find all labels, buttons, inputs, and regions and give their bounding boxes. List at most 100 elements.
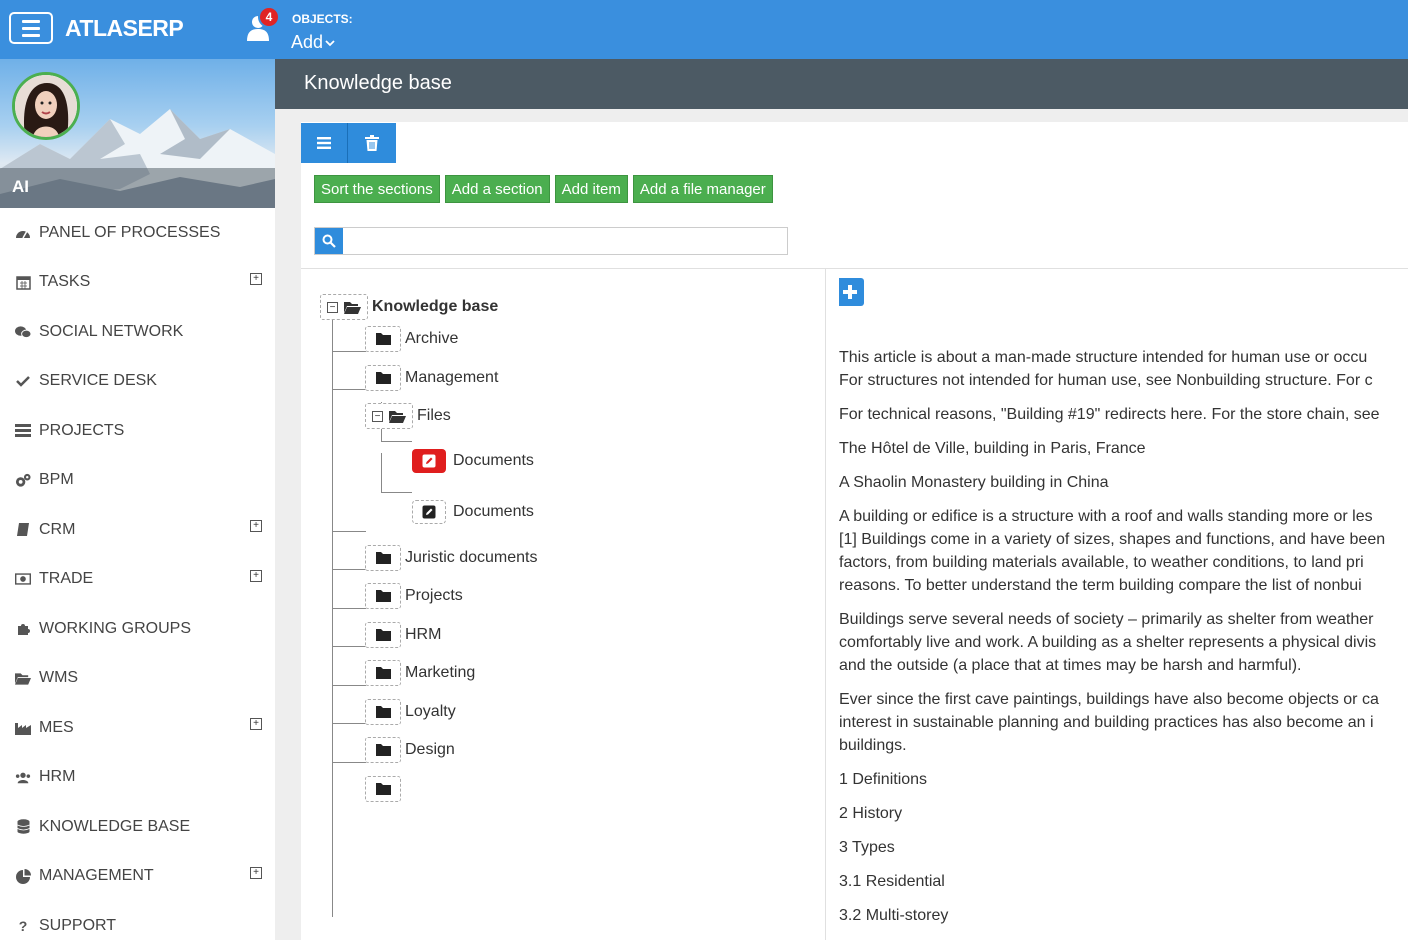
article-line: factors, from building materials availab… — [839, 554, 1364, 571]
sidebar-item-crm[interactable]: CRM + — [0, 505, 275, 555]
money-icon — [15, 571, 31, 587]
hamburger-line — [22, 19, 40, 23]
tree-node-design[interactable]: Design — [365, 737, 455, 763]
tree-node-label: Loyalty — [405, 703, 456, 720]
sidebar-item-hrm[interactable]: HRM — [0, 753, 275, 803]
tree-node-unnamed[interactable] — [365, 776, 405, 802]
tree-node-label: Design — [405, 741, 455, 758]
puzzle-icon — [15, 621, 31, 637]
article-link-line[interactable]: For structures not intended for human us… — [839, 372, 1373, 389]
tree-root[interactable]: − Knowledge base — [320, 294, 498, 320]
profile-name[interactable]: AI — [12, 177, 29, 197]
add-item-button[interactable]: Add item — [554, 175, 628, 203]
sidebar-item-support[interactable]: ? SUPPORT — [0, 901, 275, 940]
add-file-manager-button[interactable]: Add a file manager — [632, 175, 773, 203]
tree-node-marketing[interactable]: Marketing — [365, 660, 475, 686]
sidebar-item-label: BPM — [39, 471, 74, 489]
tree-node-label: Documents — [453, 503, 534, 520]
sidebar-item-service-desk[interactable]: SERVICE DESK — [0, 357, 275, 407]
toc-item[interactable]: 3.1 Residential — [839, 870, 1408, 893]
menu-toggle-button[interactable] — [9, 12, 53, 44]
toc-item[interactable]: 1 Definitions — [839, 768, 1408, 791]
list-icon — [317, 137, 331, 149]
collapse-icon[interactable]: − — [327, 301, 338, 313]
article-line: Buildings serve several needs of society… — [839, 611, 1374, 628]
folder-icon — [375, 372, 391, 384]
sidebar-item-projects[interactable]: PROJECTS — [0, 406, 275, 456]
objects-label: OBJECTS: — [292, 12, 353, 26]
tree-node-files[interactable]: − Files — [365, 403, 451, 429]
sidebar-item-social-network[interactable]: SOCIAL NETWORK — [0, 307, 275, 357]
action-buttons: Sort the sections Add a section Add item… — [314, 175, 773, 203]
sidebar-item-bpm[interactable]: BPM — [0, 456, 275, 506]
tree-node-juristic-documents[interactable]: Juristic documents — [365, 545, 538, 571]
tree-node-management[interactable]: Management — [365, 365, 498, 391]
list-view-button[interactable] — [301, 123, 348, 163]
sort-sections-button[interactable]: Sort the sections — [314, 175, 440, 203]
sidebar-item-wms[interactable]: WMS — [0, 654, 275, 704]
toc-item[interactable]: 3 Types — [839, 836, 1408, 859]
objects-add-dropdown[interactable]: Add — [291, 32, 335, 53]
add-section-button[interactable]: Add a section — [444, 175, 550, 203]
toc-item[interactable]: 3.2 Multi-storey — [839, 904, 1408, 927]
database-icon — [15, 819, 31, 835]
expand-icon[interactable]: + — [250, 569, 262, 582]
article-text: This article is about a man-made structu… — [839, 346, 1408, 938]
folder-icon — [375, 552, 391, 564]
document-node-box — [412, 500, 446, 524]
tree-line — [332, 646, 366, 647]
tree-line — [332, 685, 366, 686]
tree-node-projects[interactable]: Projects — [365, 583, 463, 609]
trash-icon — [365, 135, 379, 151]
expand-icon[interactable]: + — [250, 866, 262, 879]
tree-node-box — [365, 699, 401, 725]
question-icon: ? — [18, 917, 28, 934]
delete-button[interactable] — [348, 123, 396, 163]
tree-node-loyalty[interactable]: Loyalty — [365, 699, 456, 725]
avatar[interactable] — [12, 72, 80, 140]
search-bar — [314, 227, 788, 255]
page-header: Knowledge base — [275, 59, 1408, 109]
article-paragraph: This article is about a man-made structu… — [839, 346, 1408, 392]
add-content-button[interactable] — [839, 278, 864, 306]
sidebar-menu: PANEL OF PROCESSES TASKS + SOCIAL NETWOR… — [0, 208, 275, 940]
notification-badge[interactable]: 4 — [258, 6, 280, 28]
tree-node-label: Archive — [405, 330, 459, 347]
expand-icon[interactable]: + — [250, 272, 262, 285]
tree-node-label: Management — [405, 369, 499, 386]
tree-node-label: Files — [417, 407, 451, 424]
chat-icon — [15, 324, 31, 340]
sidebar-item-working-groups[interactable]: WORKING GROUPS — [0, 604, 275, 654]
collapse-icon[interactable]: − — [372, 410, 383, 422]
article-line: [1] Buildings come in a variety of sizes… — [839, 531, 1386, 548]
article-paragraph: A building or edifice is a structure wit… — [839, 505, 1408, 597]
article-paragraph: A Shaolin Monastery building in China — [839, 474, 1109, 491]
article-line: and the outside (a place that at times m… — [839, 657, 1302, 674]
sidebar-item-mes[interactable]: MES + — [0, 703, 275, 753]
brand-logo[interactable]: ATLASERP — [65, 15, 184, 42]
sidebar-item-management[interactable]: MANAGEMENT + — [0, 852, 275, 902]
dashboard-icon — [15, 225, 31, 241]
sidebar-item-trade[interactable]: TRADE + — [0, 555, 275, 605]
tree-node-label: Knowledge base — [372, 298, 499, 315]
sidebar-item-label: MES — [39, 718, 74, 736]
expand-icon[interactable]: + — [250, 520, 262, 532]
tree-node-hrm[interactable]: HRM — [365, 622, 441, 648]
sidebar-item-tasks[interactable]: TASKS + — [0, 258, 275, 308]
search-input[interactable] — [343, 228, 787, 254]
tree-node-archive[interactable]: Archive — [365, 326, 458, 352]
search-icon — [322, 234, 336, 248]
sidebar-item-knowledge-base[interactable]: KNOWLEDGE BASE — [0, 802, 275, 852]
search-button[interactable] — [315, 228, 343, 254]
sidebar-item-panel-of-processes[interactable]: PANEL OF PROCESSES — [0, 208, 275, 258]
folder-open-icon — [344, 301, 361, 314]
sidebar-item-label: WORKING GROUPS — [39, 619, 192, 637]
expand-icon[interactable]: + — [250, 718, 262, 730]
tree-node-documents-selected[interactable]: Documents — [412, 449, 534, 473]
list-icon — [15, 423, 31, 439]
toc-item[interactable]: 2 History — [839, 802, 1408, 825]
check-icon — [15, 373, 31, 389]
tree-node-box — [365, 660, 401, 686]
tree-node-documents[interactable]: Documents — [412, 500, 534, 524]
article-line: comfortably live and work. A building as… — [839, 634, 1377, 651]
